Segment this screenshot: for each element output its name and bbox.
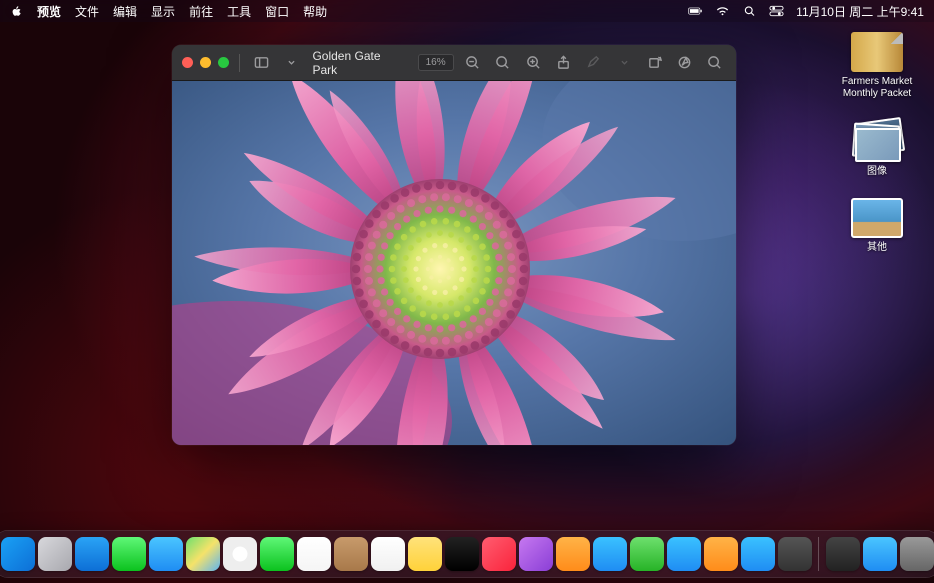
dock-app-preview[interactable] [825,537,860,572]
zoom-actual-button[interactable] [492,52,514,74]
dock-app-messages[interactable] [111,537,146,572]
image-viewport[interactable] [172,81,736,445]
preview-window: Golden Gate Park 16% [172,45,736,445]
dock-app-settings[interactable] [777,537,812,572]
sidebar-menu-chevron-icon[interactable] [280,52,302,74]
highlight-button[interactable] [583,52,605,74]
desktop-icons: Farmers Market Monthly Packet 图像 其他 [832,32,922,254]
dock-app-downloads[interactable] [862,537,897,572]
spotlight-icon[interactable] [742,5,757,17]
dock-app-facetime[interactable] [259,537,294,572]
menu-file[interactable]: 文件 [75,3,99,20]
menu-edit[interactable]: 编辑 [113,3,137,20]
desktop-stack-other[interactable]: 其他 [832,198,922,254]
dock-app-podcasts[interactable] [518,537,553,572]
dock-app-books[interactable] [555,537,590,572]
photo-coneflower [172,81,736,445]
apple-menu-icon[interactable] [10,5,23,18]
dock-app-reminders[interactable] [370,537,405,572]
sidebar-toggle-button[interactable] [250,52,272,74]
search-button[interactable] [704,52,726,74]
desktop-stack-label: 其他 [867,242,887,254]
wifi-icon[interactable] [715,5,730,17]
menu-go[interactable]: 前往 [189,3,213,20]
dock-app-contacts[interactable] [333,537,368,572]
fullscreen-button[interactable] [218,57,229,68]
close-button[interactable] [182,57,193,68]
dock-app-tv[interactable] [444,537,479,572]
battery-icon[interactable] [688,5,703,17]
minimize-button[interactable] [200,57,211,68]
dock-app-numbers[interactable] [629,537,664,572]
zoom-in-button[interactable] [522,52,544,74]
dock [0,530,934,578]
dock-app-launchpad[interactable] [37,537,72,572]
zoom-out-button[interactable] [462,52,484,74]
desktop-stack-label: 图像 [867,166,887,178]
zoom-level[interactable]: 16% [418,54,454,71]
menu-view[interactable]: 显示 [151,3,175,20]
dock-app-safari[interactable] [74,537,109,572]
dock-app-appstore[interactable] [592,537,627,572]
menu-window[interactable]: 窗口 [265,3,289,20]
traffic-lights [182,57,229,68]
desktop-stack-images[interactable]: 图像 [832,120,922,178]
menubar-datetime[interactable]: 11月10日 周二 上午9:41 [796,3,924,20]
menu-help[interactable]: 帮助 [303,3,327,20]
dock-app-finder[interactable] [0,537,35,572]
window-titlebar[interactable]: Golden Gate Park 16% [172,45,736,81]
dock-app-mail[interactable] [148,537,183,572]
dock-app-keynote[interactable] [666,537,701,572]
dock-app-notes[interactable] [407,537,442,572]
dock-app-trash[interactable] [899,537,934,572]
desktop-file-farmers-market[interactable]: Farmers Market Monthly Packet [832,32,922,100]
menu-tools[interactable]: 工具 [227,3,251,20]
dock-app-calendar[interactable] [296,537,331,572]
dock-app-maps[interactable] [185,537,220,572]
dock-app-photos[interactable] [222,537,257,572]
document-title: Golden Gate Park [312,49,401,77]
control-center-icon[interactable] [769,5,784,17]
dock-app-music[interactable] [481,537,516,572]
dock-separator [818,537,819,571]
share-button[interactable] [552,52,574,74]
desktop-file-label: Farmers Market Monthly Packet [833,76,921,100]
rotate-button[interactable] [643,52,665,74]
markup-button[interactable] [673,52,695,74]
menubar-app-name[interactable]: 预览 [37,3,61,20]
menubar: 预览 文件 编辑 显示 前往 工具 窗口 帮助 11月10日 周二 上午9:41 [0,0,934,22]
highlight-menu-chevron-icon[interactable] [613,52,635,74]
dock-app-appstore2[interactable] [740,537,775,572]
dock-app-pages[interactable] [703,537,738,572]
